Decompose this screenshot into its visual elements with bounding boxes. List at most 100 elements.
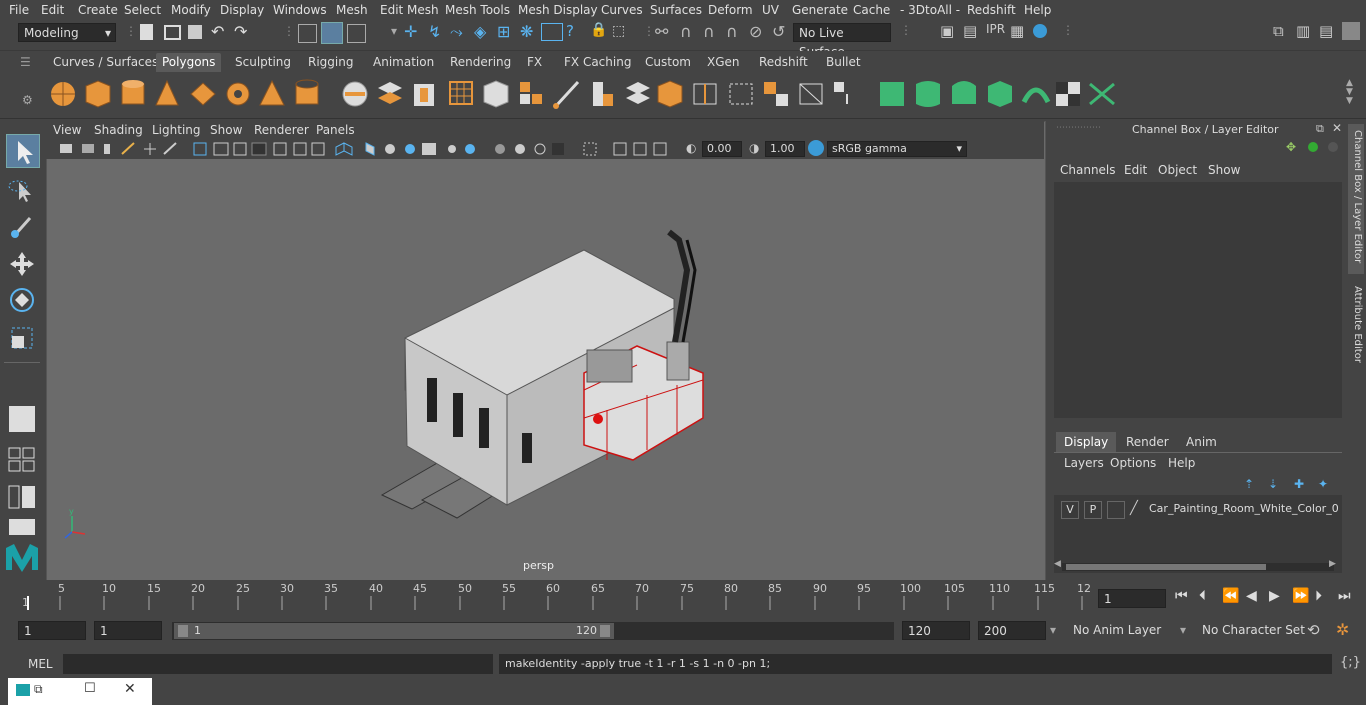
tab-fx-caching[interactable]: FX Caching xyxy=(558,53,637,72)
layer-display-type-toggle[interactable] xyxy=(1107,501,1125,519)
range-slider-thumb[interactable]: 1 120 xyxy=(174,623,614,639)
exposure-icon[interactable]: ◐ xyxy=(686,141,696,155)
menu-modify[interactable]: Modify xyxy=(171,3,211,17)
tool-settings-icon[interactable]: ▤ xyxy=(1319,22,1333,40)
render-frame-icon[interactable]: ▤ xyxy=(963,22,977,40)
render-view-icon[interactable]: ▦ xyxy=(1010,22,1024,40)
step-back-frame-icon[interactable]: ⏪ xyxy=(1222,588,1239,604)
paint-select-tool-icon[interactable] xyxy=(6,210,38,242)
select-object-icon[interactable] xyxy=(321,22,343,44)
select-component-icon[interactable] xyxy=(347,24,366,43)
chevron-down-icon[interactable]: ▾ xyxy=(1050,623,1056,637)
move-layer-down-icon[interactable]: ⇣ xyxy=(1268,477,1278,491)
gamma-icon[interactable]: ◑ xyxy=(749,141,759,155)
menu-select[interactable]: Select xyxy=(124,3,161,17)
snap-surface-icon[interactable]: ❋ xyxy=(520,22,533,41)
tab-xgen[interactable]: XGen xyxy=(701,53,746,72)
playback-start-field[interactable]: 1 xyxy=(94,621,162,640)
range-handle-left[interactable] xyxy=(178,625,188,637)
animation-prefs-icon[interactable]: ✲ xyxy=(1336,620,1349,639)
scroll-left-icon[interactable]: ◀ xyxy=(1054,559,1061,569)
snap-point-icon[interactable]: ⤳ xyxy=(450,22,463,42)
close-icon[interactable]: ✕ xyxy=(124,681,136,697)
range-slider-track[interactable]: 1 120 xyxy=(172,622,894,640)
layer-scrollbar[interactable] xyxy=(1062,563,1334,571)
tab-display[interactable]: Display xyxy=(1056,432,1117,452)
vp-menu-renderer[interactable]: Renderer xyxy=(254,123,309,137)
panel-layout-icon[interactable] xyxy=(8,518,36,536)
menu-surfaces[interactable]: Surfaces xyxy=(650,3,702,17)
layer-menu-layers[interactable]: Layers xyxy=(1064,456,1104,470)
scale-tool-icon[interactable] xyxy=(6,322,38,354)
step-forward-frame-icon[interactable]: ⏩ xyxy=(1292,588,1309,604)
save-scene-icon[interactable] xyxy=(188,25,202,39)
current-frame-field[interactable]: 1 xyxy=(1098,589,1166,608)
color-management-icon[interactable] xyxy=(808,140,824,156)
maximize-icon[interactable]: ☐ xyxy=(84,681,96,696)
snap-together-icon[interactable]: ⚯ xyxy=(655,22,668,41)
cb-menu-channels[interactable]: Channels xyxy=(1060,163,1116,177)
layer-visibility-toggle[interactable]: V xyxy=(1061,501,1079,519)
snap-curve2-icon[interactable]: ∩ xyxy=(680,22,692,41)
tab-render[interactable]: Render xyxy=(1118,432,1177,452)
anim-layer-dropdown[interactable]: No Anim Layer xyxy=(1068,621,1185,640)
chevron-down-icon[interactable]: ▾ xyxy=(391,24,397,38)
menu-cache[interactable]: Cache xyxy=(853,3,890,17)
vp-menu-lighting[interactable]: Lighting xyxy=(152,123,201,137)
gamma-field[interactable]: 1.00 xyxy=(765,141,805,157)
tab-anim[interactable]: Anim xyxy=(1178,432,1225,452)
command-input[interactable] xyxy=(63,654,493,674)
rotate-tool-icon[interactable] xyxy=(6,284,38,316)
pick-icon[interactable]: ⬚ xyxy=(612,23,625,39)
new-layer-selected-icon[interactable]: ✦ xyxy=(1318,477,1328,491)
script-editor-icon[interactable]: {;} xyxy=(1340,655,1361,670)
menu-file[interactable]: File xyxy=(9,3,29,17)
restore-icon[interactable]: ⧉ xyxy=(34,682,43,697)
go-to-end-icon[interactable]: ⏭ xyxy=(1338,588,1351,604)
character-set-dropdown[interactable]: No Character Set xyxy=(1197,621,1306,640)
tab-fx[interactable]: FX xyxy=(521,53,548,72)
go-to-start-icon[interactable]: ⏮ xyxy=(1175,588,1188,604)
play-backwards-icon[interactable]: ◀ xyxy=(1246,588,1257,604)
cb-menu-object[interactable]: Object xyxy=(1158,163,1197,177)
render-settings-icon[interactable]: ▣ xyxy=(940,22,954,40)
lock-icon[interactable]: 🔒 xyxy=(590,22,607,38)
tab-rigging[interactable]: Rigging xyxy=(302,53,359,72)
time-slider[interactable]: 5 10 15 20 25 30 35 40 45 50 55 60 65 70… xyxy=(0,580,1366,616)
snap-vertex-icon[interactable]: ∩ xyxy=(726,22,738,41)
range-handle-right[interactable] xyxy=(600,625,610,637)
menu-edit[interactable]: Edit xyxy=(41,3,64,17)
menu-mesh-tools[interactable]: Mesh Tools xyxy=(445,3,510,17)
channel-list[interactable] xyxy=(1054,182,1342,418)
attribute-editor-icon[interactable]: ▥ xyxy=(1296,22,1310,40)
vp-menu-show[interactable]: Show xyxy=(210,123,242,137)
tab-redshift[interactable]: Redshift xyxy=(753,53,814,72)
modeling-toolkit-icon[interactable]: ⧉ xyxy=(1273,22,1284,40)
undo-icon[interactable]: ↶ xyxy=(211,22,224,41)
layer-row[interactable]: V P ╱ Car_Painting_Room_White_Color_001 xyxy=(1058,501,1340,519)
snap-curve-icon[interactable]: ↯ xyxy=(428,22,441,41)
float-panel-icon[interactable]: ⧉ xyxy=(1316,122,1324,136)
menu-create[interactable]: Create xyxy=(78,3,118,17)
select-hierarchy-icon[interactable] xyxy=(298,24,317,43)
menu-edit-mesh[interactable]: Edit Mesh xyxy=(380,3,439,17)
menu-mesh-display[interactable]: Mesh Display xyxy=(518,3,598,17)
scroll-right-icon[interactable]: ▶ xyxy=(1329,559,1336,569)
step-forward-key-icon[interactable]: ⏵ xyxy=(1315,588,1322,604)
menu-redshift[interactable]: Redshift xyxy=(967,3,1016,17)
channel-pivot-icon[interactable]: ✥ xyxy=(1286,140,1296,154)
gear-icon[interactable]: ⚙ xyxy=(22,93,33,107)
side-tab-attribute-editor[interactable]: Attribute Editor xyxy=(1348,280,1364,380)
tab-rendering[interactable]: Rendering xyxy=(444,53,517,72)
cb-menu-show[interactable]: Show xyxy=(1208,163,1240,177)
redo-icon[interactable]: ↷ xyxy=(234,22,247,41)
auto-key-icon[interactable]: ⟲ xyxy=(1307,621,1320,639)
open-scene-icon[interactable] xyxy=(164,25,181,40)
menu-curves[interactable]: Curves xyxy=(601,3,643,17)
menu-mesh[interactable]: Mesh xyxy=(336,3,368,17)
layer-menu-help[interactable]: Help xyxy=(1168,456,1195,470)
live-surface-field[interactable]: No Live Surface xyxy=(793,23,891,59)
timeline-ruler[interactable]: 5 10 15 20 25 30 35 40 45 50 55 60 65 70… xyxy=(18,580,1091,610)
cb-menu-edit[interactable]: Edit xyxy=(1124,163,1147,177)
move-layer-up-icon[interactable]: ⇡ xyxy=(1244,477,1254,491)
